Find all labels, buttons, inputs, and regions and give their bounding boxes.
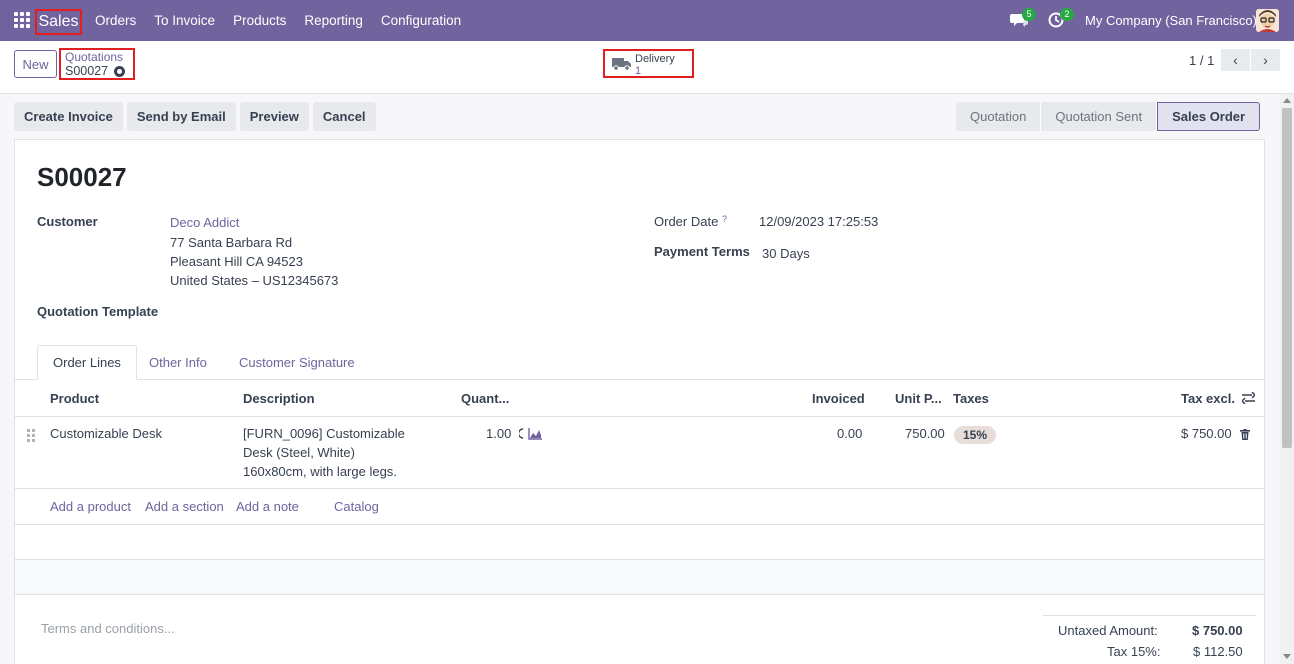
chevron-right-icon: › bbox=[1263, 52, 1268, 68]
main-menu: Orders To Invoice Products Reporting Con… bbox=[95, 0, 479, 41]
top-navbar: Sales Orders To Invoice Products Reporti… bbox=[0, 0, 1294, 41]
company-switcher[interactable]: My Company (San Francisco) bbox=[1085, 13, 1257, 28]
menu-orders[interactable]: Orders bbox=[95, 13, 136, 28]
scroll-up-icon[interactable] bbox=[1283, 98, 1291, 103]
column-product[interactable]: Product bbox=[50, 391, 99, 406]
pager-next-button[interactable]: › bbox=[1251, 49, 1280, 71]
tab-other-info[interactable]: Other Info bbox=[134, 345, 222, 380]
order-date-label: Order Date ? bbox=[654, 214, 727, 229]
scroll-down-icon[interactable] bbox=[1283, 654, 1291, 659]
menu-products[interactable]: Products bbox=[233, 13, 286, 28]
truck-icon bbox=[612, 58, 631, 71]
empty-row bbox=[15, 560, 1264, 595]
catalog-link[interactable]: Catalog bbox=[334, 499, 379, 514]
empty-row bbox=[15, 525, 1264, 560]
customer-label: Customer bbox=[37, 214, 98, 229]
row-invoiced: 0.00 bbox=[837, 426, 863, 441]
pager-value[interactable]: 1 / 1 bbox=[1189, 53, 1214, 68]
add-note-link[interactable]: Add a note bbox=[236, 499, 299, 514]
form-sheet: S00027 Customer Deco Addict 77 Santa Bar… bbox=[14, 139, 1265, 664]
delivery-smart-button[interactable]: Delivery 1 bbox=[603, 49, 694, 78]
scroll-thumb[interactable] bbox=[1282, 108, 1292, 448]
column-unit-price[interactable]: Unit P... bbox=[895, 391, 942, 406]
untaxed-amount-label: Untaxed Amount: bbox=[1058, 623, 1158, 638]
add-product-link[interactable]: Add a product bbox=[50, 499, 131, 514]
new-button[interactable]: New bbox=[14, 50, 57, 78]
activities-badge: 2 bbox=[1060, 8, 1074, 21]
status-quotation[interactable]: Quotation bbox=[956, 102, 1042, 131]
create-invoice-button[interactable]: Create Invoice bbox=[14, 102, 123, 131]
untaxed-amount-value: $ 750.00 bbox=[1192, 623, 1243, 638]
row-subtotal: $ 750.00 bbox=[1181, 426, 1232, 441]
add-line-row: Add a product Add a section Add a note C… bbox=[15, 489, 1264, 525]
help-icon[interactable]: ? bbox=[722, 214, 727, 224]
drag-handle-icon[interactable] bbox=[27, 429, 35, 442]
totals-divider bbox=[1043, 615, 1256, 616]
breadcrumb-quotations[interactable]: Quotations bbox=[65, 51, 133, 64]
user-avatar[interactable] bbox=[1256, 9, 1279, 32]
order-name: S00027 bbox=[37, 162, 127, 192]
status-sales-order[interactable]: Sales Order bbox=[1157, 102, 1261, 131]
delete-icon[interactable] bbox=[1240, 429, 1250, 440]
customer-address-line: Pleasant Hill CA 94523 bbox=[170, 254, 303, 269]
terms-and-conditions-field[interactable]: Terms and conditions... bbox=[41, 621, 175, 636]
customer-name[interactable]: Deco Addict bbox=[170, 215, 239, 230]
page-scrollbar[interactable] bbox=[1280, 94, 1294, 664]
gear-icon[interactable] bbox=[114, 65, 126, 77]
column-settings-icon[interactable] bbox=[1242, 392, 1255, 404]
row-tax-badge[interactable]: 15% bbox=[954, 426, 996, 444]
column-tax-excl[interactable]: Tax excl. bbox=[1181, 391, 1235, 406]
control-panel: New Quotations S00027 Delivery 1 1 / 1 ‹… bbox=[0, 41, 1294, 94]
column-quantity[interactable]: Quant... bbox=[461, 391, 509, 406]
breadcrumb: Quotations S00027 bbox=[59, 48, 135, 80]
action-buttons: Create Invoice Send by Email Preview Can… bbox=[14, 102, 376, 131]
customer-address-line: United States – US12345673 bbox=[170, 273, 339, 288]
tax-label: Tax 15%: bbox=[1107, 644, 1161, 659]
payment-terms-label: Payment Terms bbox=[654, 244, 750, 259]
chevron-left-icon: ‹ bbox=[1233, 52, 1238, 68]
app-grid-icon[interactable] bbox=[14, 12, 30, 28]
tab-customer-signature[interactable]: Customer Signature bbox=[224, 345, 370, 380]
order-date-value[interactable]: 12/09/2023 17:25:53 bbox=[759, 214, 878, 229]
cancel-button[interactable]: Cancel bbox=[312, 102, 376, 131]
order-lines-header: Product Description Quant... Invoiced Un… bbox=[15, 380, 1264, 417]
row-product[interactable]: Customizable Desk bbox=[50, 424, 162, 443]
column-taxes[interactable]: Taxes bbox=[953, 391, 989, 406]
row-description-line[interactable]: 160x80cm, with large legs. bbox=[243, 462, 397, 481]
status-quotation-sent[interactable]: Quotation Sent bbox=[1041, 102, 1158, 131]
row-quantity[interactable]: 1.00 bbox=[486, 424, 511, 443]
app-name[interactable]: Sales bbox=[35, 9, 82, 35]
menu-configuration[interactable]: Configuration bbox=[381, 13, 461, 28]
delivery-count: 1 bbox=[635, 65, 642, 77]
menu-to-invoice[interactable]: To Invoice bbox=[154, 13, 215, 28]
notebook-tabs: Order Lines Other Info Customer Signatur… bbox=[15, 345, 1264, 380]
breadcrumb-current-label: S00027 bbox=[65, 64, 109, 78]
order-date-label-text: Order Date bbox=[654, 214, 719, 229]
tab-order-lines[interactable]: Order Lines bbox=[37, 345, 137, 380]
add-section-link[interactable]: Add a section bbox=[145, 499, 224, 514]
preview-button[interactable]: Preview bbox=[239, 102, 309, 131]
row-unit-price[interactable]: 750.00 bbox=[905, 424, 945, 443]
activities-icon[interactable]: 2 bbox=[1048, 8, 1074, 30]
tax-value: $ 112.50 bbox=[1193, 644, 1243, 659]
payment-terms-value[interactable]: 30 Days bbox=[762, 246, 810, 261]
customer-address-line: 77 Santa Barbara Rd bbox=[170, 235, 293, 250]
forecast-chart-icon[interactable] bbox=[519, 427, 543, 440]
column-invoiced[interactable]: Invoiced bbox=[812, 391, 865, 406]
breadcrumb-current: S00027 bbox=[65, 64, 133, 78]
row-description-line[interactable]: [FURN_0096] Customizable bbox=[243, 424, 405, 443]
pager-previous-button[interactable]: ‹ bbox=[1221, 49, 1250, 71]
messages-badge: 5 bbox=[1022, 8, 1036, 21]
send-by-email-button[interactable]: Send by Email bbox=[126, 102, 236, 131]
menu-reporting[interactable]: Reporting bbox=[304, 13, 363, 28]
column-description[interactable]: Description bbox=[243, 391, 315, 406]
status-bar: Quotation Quotation Sent Sales Order bbox=[956, 102, 1261, 131]
table-row[interactable]: Customizable Desk [FURN_0096] Customizab… bbox=[15, 417, 1264, 489]
row-description-line[interactable]: Desk (Steel, White) bbox=[243, 443, 355, 462]
quotation-template-label: Quotation Template bbox=[37, 304, 159, 319]
delivery-label: Delivery bbox=[635, 53, 675, 65]
messages-icon[interactable]: 5 bbox=[1010, 8, 1036, 30]
